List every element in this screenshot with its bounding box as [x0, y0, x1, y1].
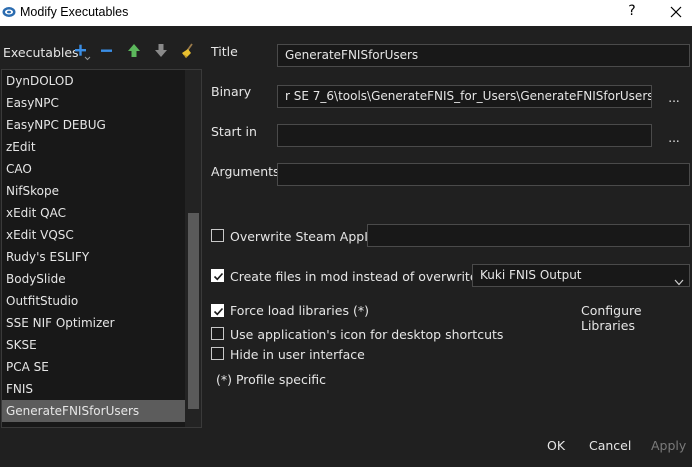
list-item[interactable]: xEdit VQSC	[2, 224, 185, 246]
broom-icon	[182, 43, 193, 58]
configure-libraries-button[interactable]: Configure Libraries	[581, 303, 692, 333]
profile-specific-note: (*) Profile specific	[216, 372, 327, 387]
hide-label: Hide in user interface	[230, 347, 365, 362]
plus-icon	[75, 44, 91, 61]
help-button[interactable]: ?	[624, 3, 640, 21]
list-scrollbar[interactable]	[185, 70, 201, 427]
hide-checkbox[interactable]	[211, 347, 224, 360]
list-item[interactable]: DynDOLOD	[2, 70, 185, 92]
arrow-down-icon	[155, 44, 167, 57]
app-icon	[2, 6, 16, 18]
list-item[interactable]: EasyNPC DEBUG	[2, 114, 185, 136]
remove-button[interactable]	[97, 41, 117, 61]
create-files-label: Create files in mod instead of overwrite…	[230, 269, 498, 284]
checkmark-icon	[213, 307, 224, 316]
arguments-input[interactable]	[277, 163, 690, 186]
list-item[interactable]: SKSE	[2, 334, 185, 356]
overwrite-steam-label: Overwrite Steam AppID	[230, 229, 378, 244]
binary-browse-button[interactable]: ...	[664, 92, 684, 108]
start-in-browse-button[interactable]: ...	[664, 132, 684, 148]
scrollbar-thumb[interactable]	[188, 213, 199, 409]
list-item[interactable]: zEdit	[2, 136, 185, 158]
checkmark-icon	[213, 272, 224, 281]
list-item[interactable]: EasyNPC	[2, 92, 185, 114]
list-item[interactable]: NifSkope	[2, 180, 185, 202]
use-app-icon-checkbox[interactable]	[211, 327, 224, 340]
list-item[interactable]: BodySlide	[2, 268, 185, 290]
close-icon	[670, 6, 682, 18]
window-title: Modify Executables	[20, 5, 129, 19]
minus-icon	[101, 49, 112, 52]
create-files-mod-dropdown[interactable]: Kuki FNIS Output	[472, 264, 690, 287]
close-button[interactable]	[664, 2, 688, 22]
start-in-label: Start in	[211, 124, 257, 139]
list-item[interactable]: PCA SE	[2, 356, 185, 378]
list-item[interactable]: OutfitStudio	[2, 290, 185, 312]
title-input[interactable]: GenerateFNISforUsers	[277, 44, 690, 67]
apply-button[interactable]: Apply	[651, 438, 686, 453]
binary-input[interactable]: r SE 7_6\tools\GenerateFNIS_for_Users\Ge…	[277, 85, 652, 108]
cancel-button[interactable]: Cancel	[589, 438, 631, 453]
clear-button[interactable]	[178, 41, 198, 61]
ok-button[interactable]: OK	[547, 438, 565, 453]
add-button[interactable]	[72, 41, 92, 61]
force-load-checkbox[interactable]	[211, 304, 224, 317]
executables-label: Executables	[3, 45, 79, 60]
steam-appid-input[interactable]	[367, 224, 690, 247]
title-bar: Modify Executables ?	[0, 0, 692, 26]
create-files-checkbox[interactable]	[211, 269, 224, 282]
arrow-up-icon	[128, 44, 140, 57]
title-label: Title	[211, 44, 238, 59]
list-item[interactable]: CAO	[2, 158, 185, 180]
use-app-icon-label: Use application's icon for desktop short…	[230, 327, 504, 342]
overwrite-steam-checkbox[interactable]	[211, 229, 224, 242]
chevron-down-icon	[674, 272, 684, 293]
dropdown-value: Kuki FNIS Output	[480, 268, 582, 282]
move-up-button[interactable]	[124, 41, 144, 61]
move-down-button[interactable]	[151, 41, 171, 61]
arguments-label: Arguments	[211, 164, 280, 179]
list-item[interactable]: Rudy's ESLIFY	[2, 246, 185, 268]
list-item[interactable]: FNIS	[2, 378, 185, 400]
force-load-label: Force load libraries (*)	[230, 303, 369, 318]
binary-label: Binary	[211, 84, 252, 99]
list-item[interactable]: xEdit QAC	[2, 202, 185, 224]
list-item[interactable]: SSE NIF Optimizer	[2, 312, 185, 334]
list-item-selected[interactable]: GenerateFNISforUsers	[2, 400, 185, 422]
executables-list[interactable]: DynDOLOD EasyNPC EasyNPC DEBUG zEdit CAO…	[1, 69, 202, 428]
start-in-input[interactable]	[277, 124, 652, 147]
